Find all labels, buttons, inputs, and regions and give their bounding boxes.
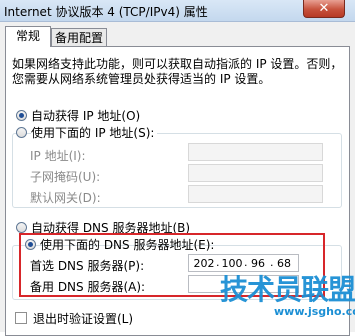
default-gateway-label: 默认网关(D): xyxy=(30,191,101,205)
subnet-mask-input[interactable] xyxy=(188,164,323,182)
octet-separator: . xyxy=(216,256,220,269)
title-bar: Internet 协议版本 4 (TCP/IPv4) 属性 ✕ xyxy=(0,0,355,22)
watermark-url: www.jsgho.com xyxy=(274,305,355,318)
manual-dns-radio[interactable] xyxy=(25,239,36,250)
alternate-dns-label: 备用 DNS 服务器(A): xyxy=(30,280,146,294)
intro-text-line2: 您需要从网络系统管理员处获得适当的 IP 设置。 xyxy=(12,72,271,86)
ip-address-label: IP 地址(I): xyxy=(30,149,86,163)
watermark-logo-text: 技术员联盟 xyxy=(220,273,355,306)
preferred-dns-octet-1: 202 xyxy=(193,257,215,270)
validate-settings-label: 退出时验证设置(L) xyxy=(33,312,134,326)
validate-settings-checkbox[interactable] xyxy=(15,312,27,324)
close-button[interactable]: ✕ xyxy=(303,0,345,18)
auto-ip-radio[interactable] xyxy=(16,110,27,121)
manual-ip-radio[interactable] xyxy=(16,127,27,138)
tab-general-label: 常规 xyxy=(15,29,40,43)
subnet-mask-label: 子网掩码(U): xyxy=(30,170,101,184)
close-icon: ✕ xyxy=(318,1,330,16)
manual-ip-label: 使用下面的 IP 地址(S): xyxy=(31,124,158,141)
window-title: Internet 协议版本 4 (TCP/IPv4) 属性 xyxy=(4,5,208,19)
default-gateway-input[interactable] xyxy=(188,185,323,203)
ip-address-input[interactable] xyxy=(188,143,323,161)
auto-dns-radio[interactable] xyxy=(16,222,27,233)
tab-alternate-config-label: 备用配置 xyxy=(54,31,103,45)
preferred-dns-label: 首选 DNS 服务器(P): xyxy=(30,259,145,273)
auto-ip-label: 自动获得 IP 地址(O) xyxy=(31,109,141,123)
tab-alternate-config[interactable]: 备用配置 xyxy=(51,28,107,48)
manual-dns-label: 使用下面的 DNS 服务器地址(E): xyxy=(40,238,215,252)
tab-general[interactable]: 常规 xyxy=(5,26,51,47)
